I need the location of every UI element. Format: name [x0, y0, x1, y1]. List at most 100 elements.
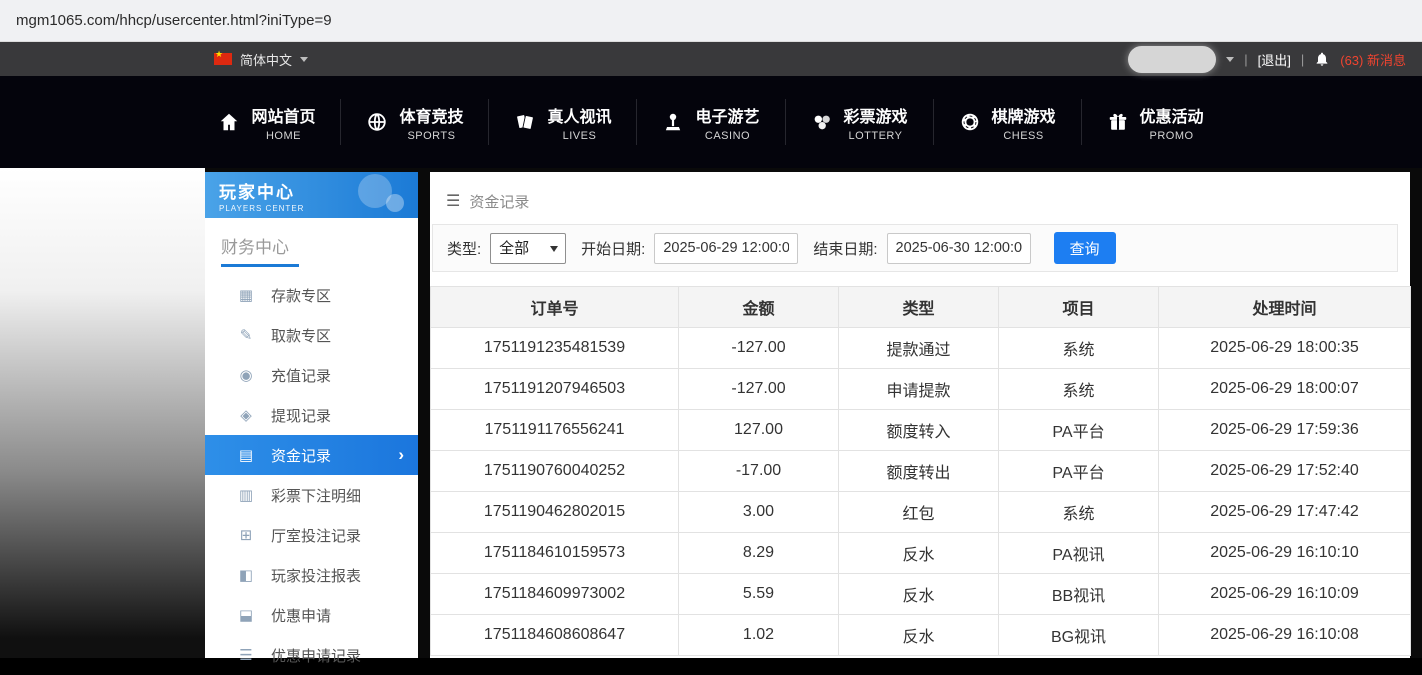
sidebar-item-promo-apply-records[interactable]: ☰ 优惠申请记录: [205, 635, 418, 675]
player-bet-report-icon: ◧: [237, 566, 255, 584]
cell-amount: 127.00: [679, 410, 839, 451]
start-date-input[interactable]: [654, 233, 798, 264]
cell-order-no: 1751184609973002: [431, 574, 679, 615]
sidebar-item-label: 取款专区: [271, 325, 331, 346]
end-date-label: 结束日期:: [813, 238, 877, 259]
language-selector[interactable]: ★ 简体中文: [214, 50, 308, 69]
table-row: 1751190760040252 -17.00 额度转出 PA平台 2025-0…: [431, 451, 1411, 492]
players-center-header: 玩家中心 PLAYERS CENTER: [205, 172, 418, 218]
sidebar-item-recharge-records[interactable]: ◉ 充值记录: [205, 355, 418, 395]
chevron-right-icon: ›: [398, 445, 404, 465]
sidebar-item-promo-apply[interactable]: ⬓ 优惠申请: [205, 595, 418, 635]
username-masked[interactable]: [1128, 46, 1216, 73]
sidebar-item-label: 资金记录: [271, 445, 331, 466]
caret-down-icon[interactable]: [1226, 57, 1234, 62]
china-flag-icon: ★: [214, 53, 232, 65]
cell-order-no: 1751184608608647: [431, 615, 679, 656]
sports-icon: [366, 111, 388, 133]
cell-project: BG视讯: [999, 615, 1159, 656]
sidebar-item-label: 存款专区: [271, 285, 331, 306]
sidebar-item-funds-records[interactable]: ▤ 资金记录 ›: [205, 435, 418, 475]
column-header-project: 项目: [999, 287, 1159, 328]
caret-down-icon: [300, 57, 308, 62]
messages-count: (63): [1340, 53, 1363, 68]
cell-order-no: 1751191176556241: [431, 410, 679, 451]
sidebar-item-label: 玩家投注报表: [271, 565, 361, 586]
cell-amount: 5.59: [679, 574, 839, 615]
nav-title: 彩票游戏: [844, 103, 908, 127]
nav-item-lives[interactable]: 真人视讯 LIVES: [489, 103, 636, 142]
nav-subtitle: PROMO: [1140, 130, 1204, 142]
nav-item-casino[interactable]: 电子游艺 CASINO: [637, 103, 784, 142]
table-row: 1751191207946503 -127.00 申请提款 系统 2025-06…: [431, 369, 1411, 410]
sidebar-title: 玩家中心: [219, 178, 418, 203]
sidebar-item-hall-bet-records[interactable]: ⊞ 厅室投注记录: [205, 515, 418, 555]
messages-link[interactable]: (63) 新消息: [1340, 50, 1406, 69]
breadcrumb-label: 资金记录: [469, 191, 529, 212]
deposit-icon: ▦: [237, 286, 255, 304]
promo-icon: [1107, 111, 1129, 133]
nav-item-lottery[interactable]: 彩票游戏 LOTTERY: [786, 103, 933, 142]
lottery-bet-detail-icon: ▥: [237, 486, 255, 504]
separator: |: [1244, 52, 1247, 67]
breadcrumb: ☰ 资金记录: [430, 172, 1410, 218]
nav-subtitle: CASINO: [695, 130, 759, 142]
column-header-type: 类型: [839, 287, 999, 328]
nav-title: 网站首页: [251, 103, 315, 127]
nav-subtitle: SPORTS: [399, 130, 463, 142]
nav-title: 真人视讯: [547, 103, 611, 127]
sidebar-item-lottery-bet-details[interactable]: ▥ 彩票下注明细: [205, 475, 418, 515]
sidebar-item-withdraw-zone[interactable]: ✎ 取款专区: [205, 315, 418, 355]
separator: |: [1301, 52, 1304, 67]
cell-project: 系统: [999, 369, 1159, 410]
cell-type: 反水: [839, 615, 999, 656]
cell-amount: -127.00: [679, 369, 839, 410]
promo-apply-record-icon: ☰: [237, 646, 255, 664]
cell-amount: 1.02: [679, 615, 839, 656]
messages-label: 新消息: [1367, 53, 1406, 68]
cell-type: 额度转入: [839, 410, 999, 451]
query-button[interactable]: 查询: [1054, 232, 1116, 264]
casino-icon: [662, 111, 684, 133]
table-row: 1751184609973002 5.59 反水 BB视讯 2025-06-29…: [431, 574, 1411, 615]
cell-project: 系统: [999, 328, 1159, 369]
promo-apply-icon: ⬓: [237, 606, 255, 624]
funds-record-icon: ▤: [237, 446, 255, 464]
column-header-time: 处理时间: [1159, 287, 1411, 328]
nav-item-chess[interactable]: 棋牌游戏 CHESS: [934, 103, 1081, 142]
nav-item-home[interactable]: 网站首页 HOME: [193, 103, 340, 142]
cell-project: PA平台: [999, 410, 1159, 451]
sidebar-subtitle: PLAYERS CENTER: [219, 204, 418, 213]
table-row: 1751190462802015 3.00 红包 系统 2025-06-29 1…: [431, 492, 1411, 533]
browser-address-bar[interactable]: mgm1065.com/hhcp/usercenter.html?iniType…: [0, 0, 1422, 42]
nav-item-sports[interactable]: 体育竞技 SPORTS: [341, 103, 488, 142]
cell-type: 反水: [839, 574, 999, 615]
type-label: 类型:: [447, 238, 481, 259]
cell-order-no: 1751191235481539: [431, 328, 679, 369]
language-label: 简体中文: [240, 50, 292, 69]
cell-type: 申请提款: [839, 369, 999, 410]
withdraw-record-icon: ◈: [237, 406, 255, 424]
nav-title: 优惠活动: [1140, 103, 1204, 127]
sidebar-item-player-bet-report[interactable]: ◧ 玩家投注报表: [205, 555, 418, 595]
cell-project: PA视讯: [999, 533, 1159, 574]
lives-icon: [514, 111, 536, 133]
filter-bar: 类型: 全部 开始日期: 结束日期: 查询: [432, 224, 1398, 272]
sidebar: 玩家中心 PLAYERS CENTER 财务中心 ▦ 存款专区 ✎ 取款专区 ◉…: [205, 172, 418, 658]
logout-button[interactable]: [退出]: [1258, 50, 1291, 69]
nav-item-promo[interactable]: 优惠活动 PROMO: [1082, 103, 1229, 142]
nav-subtitle: LOTTERY: [844, 130, 908, 142]
column-header-amount: 金额: [679, 287, 839, 328]
nav-title: 电子游艺: [695, 103, 759, 127]
sidebar-item-label: 提现记录: [271, 405, 331, 426]
sidebar-item-deposit-zone[interactable]: ▦ 存款专区: [205, 275, 418, 315]
sidebar-item-withdraw-records[interactable]: ◈ 提现记录: [205, 395, 418, 435]
funds-records-table: 订单号 金额 类型 项目 处理时间 1751191235481539 -127.…: [430, 286, 1411, 656]
bell-icon[interactable]: [1314, 51, 1330, 67]
end-date-input[interactable]: [887, 233, 1031, 264]
cell-order-no: 1751190462802015: [431, 492, 679, 533]
table-header-row: 订单号 金额 类型 项目 处理时间: [431, 287, 1411, 328]
type-select-wrap: 全部: [490, 233, 566, 264]
type-select[interactable]: 全部: [490, 233, 566, 264]
cell-order-no: 1751191207946503: [431, 369, 679, 410]
